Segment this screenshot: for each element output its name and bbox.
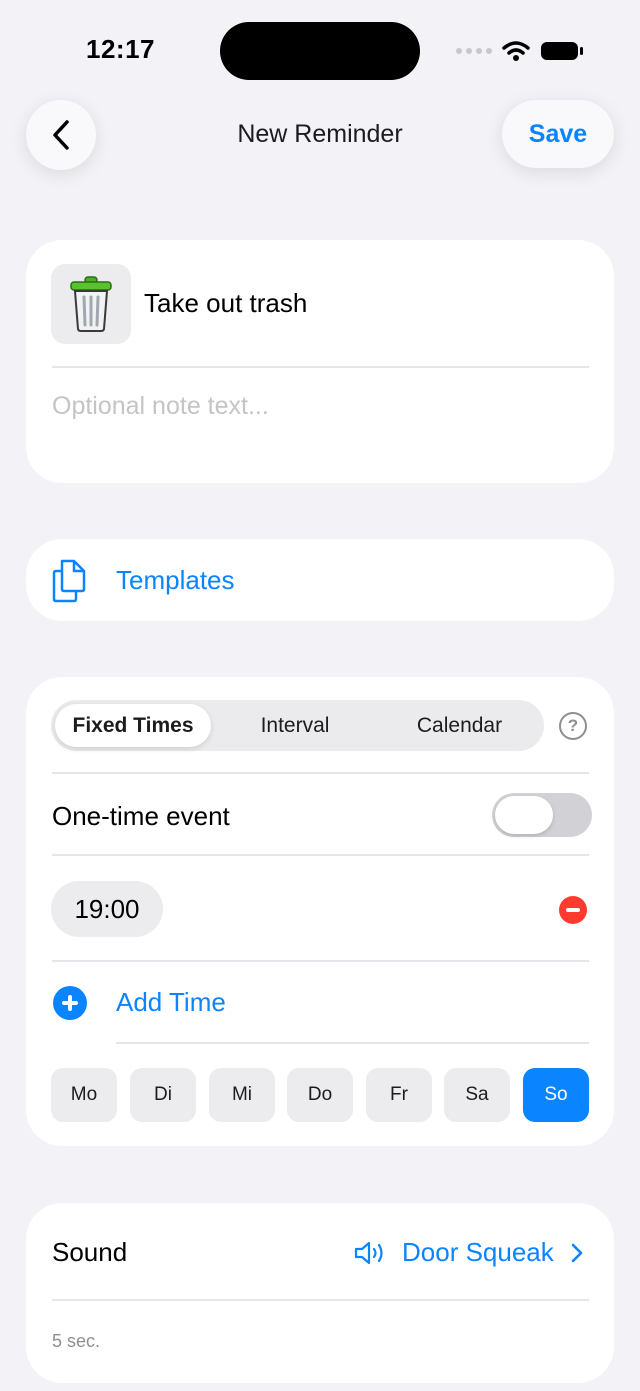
day-toggle-fr[interactable]: Fr — [366, 1068, 432, 1122]
day-toggle-mi[interactable]: Mi — [209, 1068, 275, 1122]
schedule-type-segmented-control: Fixed Times Interval Calendar — [51, 700, 544, 751]
schedule-card: Fixed Times Interval Calendar ? One-time… — [26, 677, 614, 1146]
status-time: 12:17 — [86, 34, 155, 64]
toggle-knob — [495, 796, 553, 834]
one-time-event-label: One-time event — [52, 801, 230, 831]
sound-card: Sound Door Squeak 5 sec. — [26, 1203, 614, 1383]
templates-label: Templates — [116, 565, 235, 595]
sound-duration: 5 sec. — [52, 1331, 101, 1351]
day-toggle-mo[interactable]: Mo — [51, 1068, 117, 1122]
one-time-event-toggle[interactable] — [492, 793, 592, 837]
tab-calendar[interactable]: Calendar — [379, 704, 540, 747]
dynamic-island — [220, 22, 420, 80]
day-toggle-so[interactable]: So — [523, 1068, 589, 1122]
tab-fixed-times[interactable]: Fixed Times — [55, 704, 211, 747]
day-toggle-di[interactable]: Di — [130, 1068, 196, 1122]
reminder-card: Take out trash Optional note text... — [26, 240, 614, 483]
reminder-icon-button[interactable] — [51, 264, 131, 344]
document-stack-icon — [52, 559, 86, 603]
cellular-signal-icon — [456, 48, 492, 54]
status-icons — [456, 40, 584, 62]
status-bar: 12:17 — [0, 0, 640, 100]
divider — [52, 366, 589, 368]
add-time-button[interactable]: Add Time — [116, 987, 226, 1018]
divider — [52, 960, 589, 962]
sound-value: Door Squeak — [402, 1237, 554, 1267]
tab-interval[interactable]: Interval — [215, 704, 375, 747]
question-mark-help-icon[interactable]: ? — [559, 712, 587, 740]
speaker-icon — [354, 1241, 383, 1264]
save-button[interactable]: Save — [502, 100, 614, 168]
chevron-right-icon — [571, 1243, 583, 1262]
divider — [52, 772, 589, 774]
trash-can-icon — [70, 276, 112, 332]
divider — [52, 854, 589, 856]
templates-button[interactable]: Templates — [26, 539, 614, 621]
sound-label: Sound — [52, 1237, 128, 1267]
day-toggle-do[interactable]: Do — [287, 1068, 353, 1122]
note-input[interactable]: Optional note text... — [52, 392, 269, 421]
divider — [52, 1299, 589, 1301]
sound-picker[interactable]: Door Squeak — [354, 1237, 584, 1268]
add-time-plus-icon[interactable] — [53, 986, 87, 1020]
reminder-title-input[interactable]: Take out trash — [144, 288, 307, 319]
divider — [116, 1042, 589, 1044]
time-chip[interactable]: 19:00 — [51, 881, 163, 937]
remove-time-icon[interactable] — [559, 896, 587, 924]
day-toggle-sa[interactable]: Sa — [444, 1068, 510, 1122]
battery-icon — [541, 42, 583, 60]
wifi-icon — [502, 41, 530, 61]
